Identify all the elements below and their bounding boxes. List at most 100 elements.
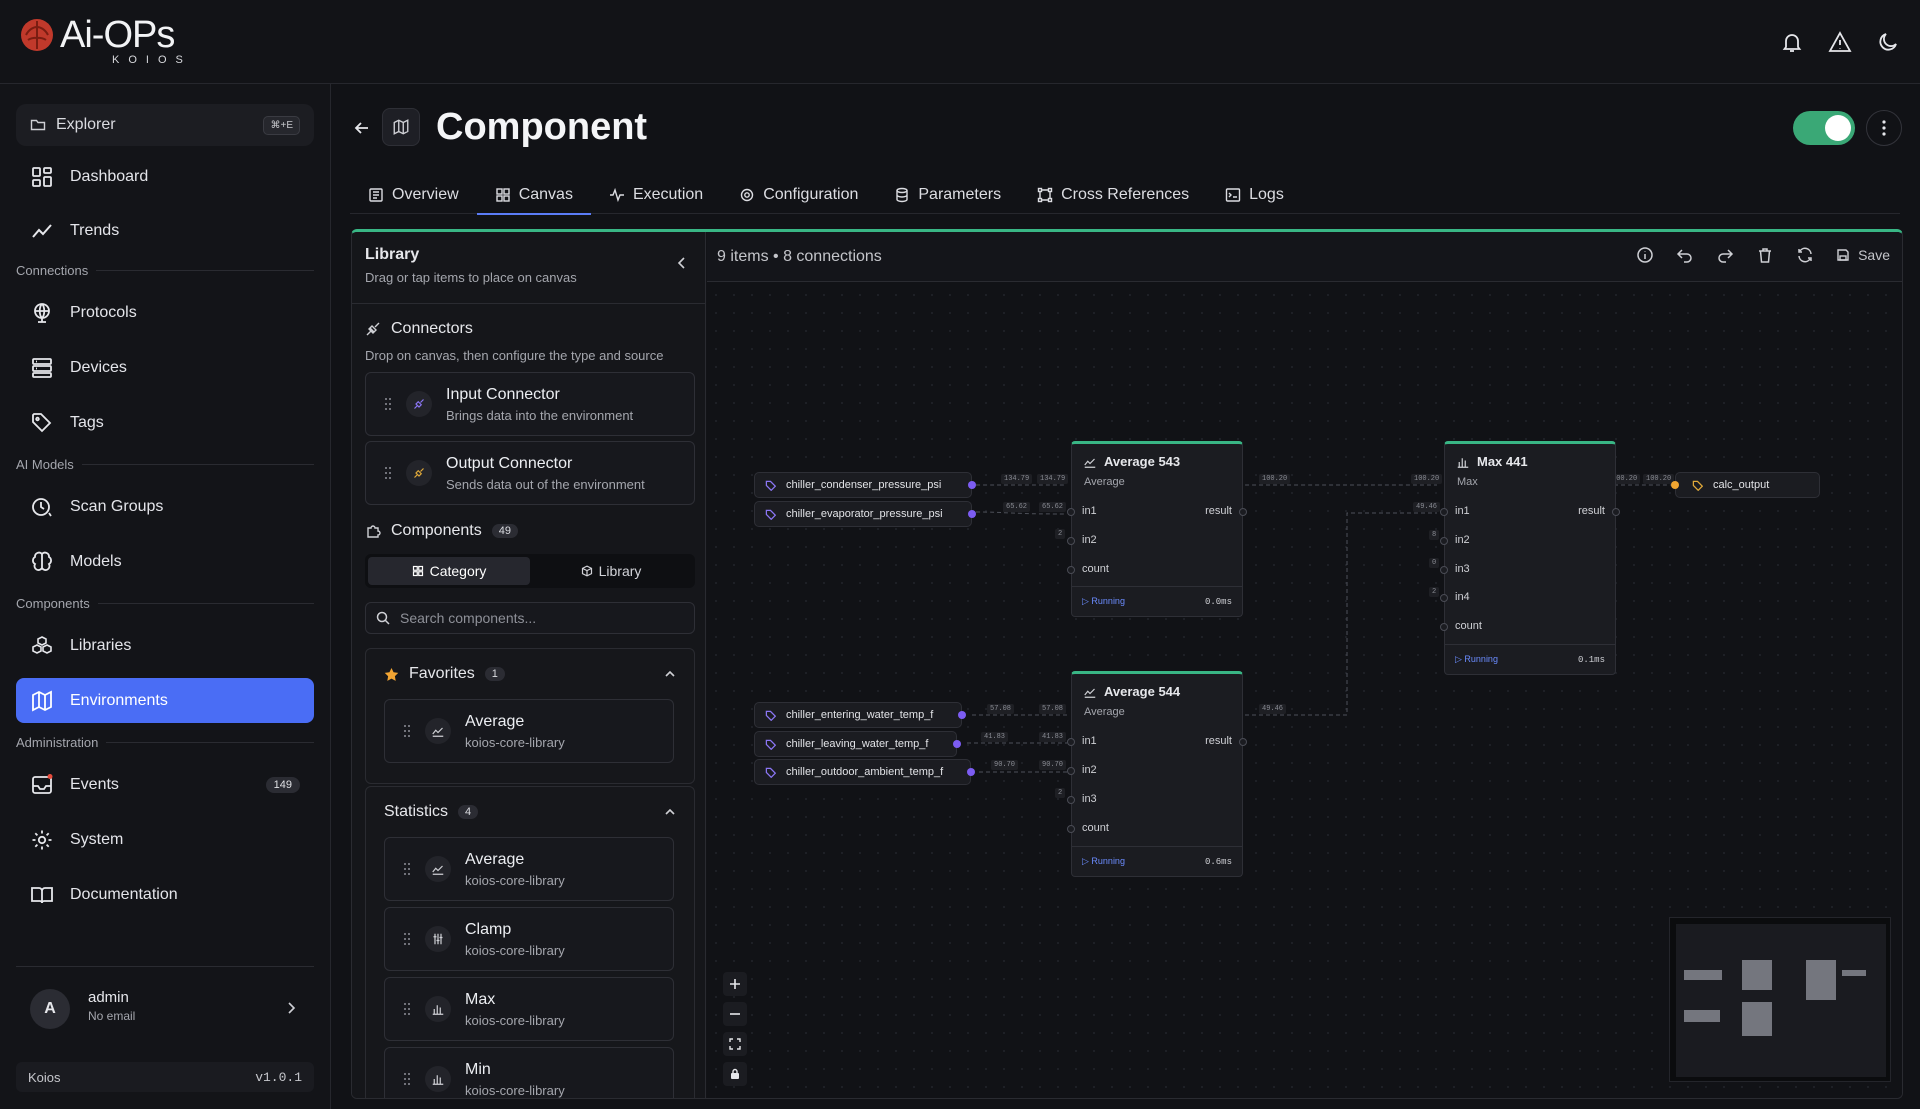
component-search-input[interactable]: Search components... [365,602,695,634]
output-port[interactable] [968,510,976,518]
component-card-clamp[interactable]: Clamp koios-core-library [384,907,674,971]
sidebar-item-documentation[interactable]: Documentation [16,872,314,917]
user-menu[interactable]: A admin No email [16,966,314,1046]
drag-handle-icon[interactable] [403,932,411,946]
tab-canvas[interactable]: Canvas [476,176,592,215]
segment-library[interactable]: Library [530,557,692,585]
component-card-average[interactable]: Average koios-core-library [384,699,674,763]
tab-cross-references[interactable]: Cross References [1019,176,1207,214]
logo[interactable]: Ai-OPs KOIOS [18,16,183,66]
input-port[interactable] [1440,594,1448,602]
sidebar-item-libraries[interactable]: Libraries [16,623,314,668]
input-port[interactable] [1440,566,1448,574]
back-arrow-icon[interactable] [352,118,372,138]
tab-label: Logs [1249,186,1284,203]
kebab-icon [1882,120,1886,136]
drag-handle-icon[interactable] [403,1002,411,1016]
drag-handle-icon[interactable] [384,466,392,480]
component-library: koios-core-library [465,872,565,888]
tag-icon [765,710,776,721]
sidebar-item-tags[interactable]: Tags [16,400,314,445]
component-card-max[interactable]: Max koios-core-library [384,977,674,1041]
statistics-title: Statistics [384,803,449,820]
output-port[interactable] [967,768,975,776]
sidebar-item-protocols[interactable]: Protocols [16,290,314,335]
fit-view-button[interactable] [723,1032,747,1056]
edge-value-label: 65.62 [1003,502,1031,512]
segment-category[interactable]: Category [368,557,530,585]
output-port[interactable] [1612,508,1620,516]
port-label: in1 [1082,735,1097,747]
component-card-average[interactable]: Average koios-core-library [384,837,674,901]
flow-canvas[interactable]: 9 items • 8 connections Save 134.79 134.… [707,232,1902,1098]
component-card-min[interactable]: Min koios-core-library [384,1047,674,1098]
input-connector-card[interactable]: Input Connector Brings data into the envi… [365,372,695,436]
input-port[interactable] [1440,537,1448,545]
zoom-out-button[interactable] [723,1002,747,1026]
enable-toggle[interactable] [1793,111,1855,145]
input-tag-node[interactable]: chiller_leaving_water_temp_f [754,731,961,757]
avatar: A [30,989,70,1029]
output-port[interactable] [958,711,966,719]
input-port[interactable] [1067,825,1075,833]
edge-value-label: 41.83 [981,732,1009,742]
tab-parameters[interactable]: Parameters [876,176,1019,214]
zoom-in-button[interactable] [723,972,747,996]
output-tag-node[interactable]: calc_output [1671,472,1820,498]
input-tag-node[interactable]: chiller_evaporator_pressure_psi [754,501,976,527]
more-options-button[interactable] [1866,110,1902,146]
input-port[interactable] [1067,796,1075,804]
component-node-average-543[interactable]: Average 543 Average in1 in2 count result… [1067,441,1247,617]
minimap[interactable] [1669,917,1891,1082]
sidebar-item-events[interactable]: Events 149 [16,762,314,807]
warning-icon[interactable] [1828,30,1852,54]
favorites-header[interactable]: Favorites 1 [366,649,694,699]
output-port[interactable] [1239,738,1247,746]
input-port[interactable] [1067,508,1075,516]
lock-button[interactable] [723,1062,747,1086]
input-port[interactable] [1067,566,1075,574]
sidebar-item-scan-groups[interactable]: Scan Groups [16,484,314,529]
component-node-average-544[interactable]: Average 544 Average in1 in2 in3 count re… [1067,671,1247,877]
input-tag-node[interactable]: chiller_condenser_pressure_psi [754,472,976,498]
output-port[interactable] [1239,508,1247,516]
tab-label: Parameters [918,186,1002,203]
tab-configuration[interactable]: Configuration [721,176,876,214]
input-tag-node[interactable]: chiller_entering_water_temp_f [754,702,966,728]
explorer-button[interactable]: Explorer ⌘+E [16,104,314,146]
tab-overview[interactable]: Overview [350,176,477,214]
drag-handle-icon[interactable] [384,397,392,411]
edge-value-label: 90.70 [1039,760,1067,770]
library-subtitle: Drag or tap items to place on canvas [365,270,577,285]
input-port[interactable] [1067,738,1075,746]
drag-handle-icon[interactable] [403,862,411,876]
sidebar-item-trends[interactable]: Trends [16,208,314,253]
sidebar-item-dashboard[interactable]: Dashboard [16,154,314,199]
input-port[interactable] [1067,537,1075,545]
sidebar-item-models[interactable]: Models [16,539,314,584]
sidebar-item-system[interactable]: System [16,817,314,862]
input-port[interactable] [1440,623,1448,631]
output-port[interactable] [953,740,961,748]
events-count-badge: 149 [265,776,300,793]
sidebar-item-devices[interactable]: Devices [16,345,314,390]
input-port[interactable] [1067,767,1075,775]
input-port[interactable] [1440,508,1448,516]
tag-icon [765,509,776,520]
sidebar-item-environments[interactable]: Environments [16,678,314,723]
statistics-header[interactable]: Statistics 4 [366,787,694,837]
input-tag-node[interactable]: chiller_outdoor_ambient_temp_f [754,759,975,785]
moon-icon[interactable] [1876,30,1900,54]
sidebar-item-label: Devices [70,358,127,376]
input-port[interactable] [1671,481,1679,489]
output-connector-card[interactable]: Output Connector Sends data out of the en… [365,441,695,505]
drag-handle-icon[interactable] [403,724,411,738]
output-port[interactable] [968,481,976,489]
component-node-max-441[interactable]: Max 441 Max in1 in2 in3 in4 count result… [1440,441,1620,675]
inbox-icon [30,773,54,797]
drag-handle-icon[interactable] [403,1072,411,1086]
bell-icon[interactable] [1780,30,1804,54]
chevron-left-icon[interactable] [675,256,689,270]
tab-execution[interactable]: Execution [591,176,721,214]
tab-logs[interactable]: Logs [1207,176,1302,214]
